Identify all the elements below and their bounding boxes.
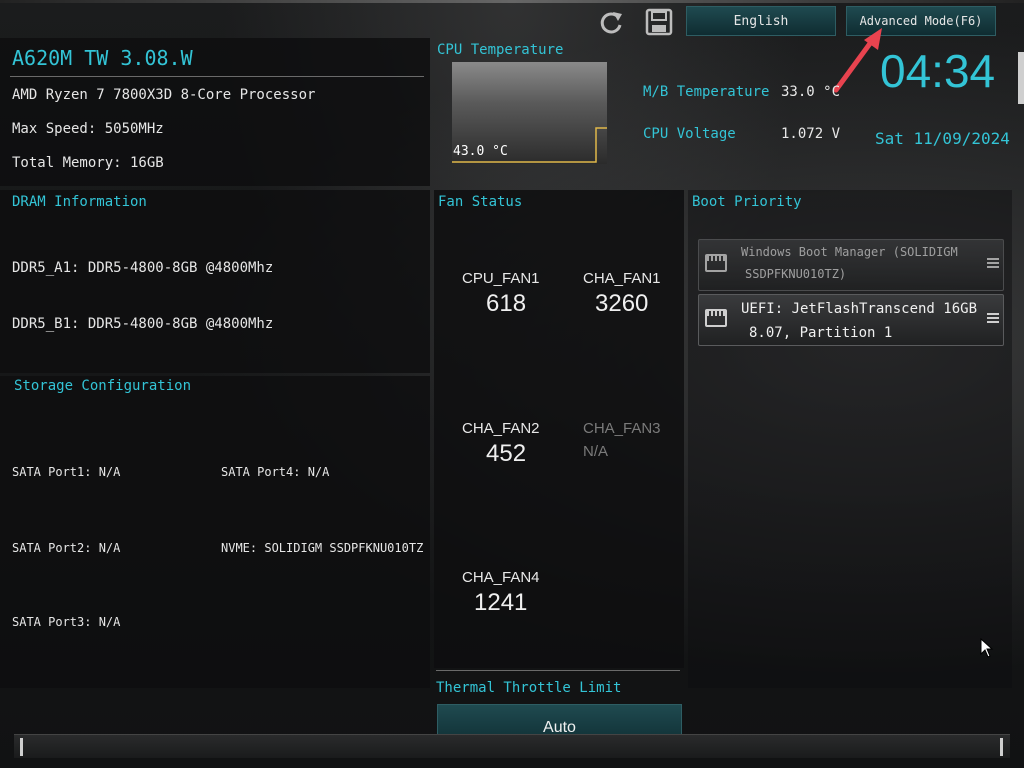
- cha-fan3-label: CHA_FAN3: [583, 420, 661, 437]
- language-button[interactable]: English: [686, 6, 836, 36]
- board-name-underline: [10, 76, 424, 77]
- cha-fan1-value: 3260: [595, 290, 649, 317]
- cha-fan1-label: CHA_FAN1: [583, 270, 661, 287]
- cpu-name: AMD Ryzen 7 7800X3D 8-Core Processor: [12, 87, 316, 103]
- clock-bar: [1018, 52, 1024, 104]
- storage-panel: [0, 376, 430, 688]
- boot-item-1-line2: SSDPFKNU010TZ): [745, 267, 847, 281]
- sata-port1: SATA Port1: N/A: [12, 465, 121, 479]
- drag-handle-icon[interactable]: [987, 258, 999, 268]
- drive-icon: [705, 309, 727, 327]
- cpu-fan1-value: 618: [486, 290, 527, 317]
- dram-panel: [0, 190, 430, 373]
- boot-item-2-line2: 8.07, Partition 1: [749, 325, 893, 341]
- clock: 04:34: [880, 45, 996, 97]
- cha-fan2-label: CHA_FAN2: [462, 420, 540, 437]
- nvme-port: NVME: SOLIDIGM SSDPFKNU010TZ: [221, 541, 424, 555]
- boot-item-2[interactable]: UEFI: JetFlashTranscend 16GB 8.07, Parti…: [698, 294, 1004, 346]
- dram-title: DRAM Information: [12, 194, 147, 210]
- dram-slot-a1: DDR5_A1: DDR5-4800-8GB @4800Mhz: [12, 260, 274, 276]
- drag-handle-icon[interactable]: [987, 313, 999, 323]
- drive-icon: [705, 254, 727, 272]
- cha-fan4-value: 1241: [474, 589, 528, 616]
- boot-item-2-line1: UEFI: JetFlashTranscend 16GB: [741, 301, 978, 317]
- sata-port3: SATA Port3: N/A: [12, 615, 121, 629]
- storage-title: Storage Configuration: [14, 378, 192, 394]
- sata-port2: SATA Port2: N/A: [12, 541, 121, 555]
- boot-item-1-line1: Windows Boot Manager (SOLIDIGM: [741, 245, 958, 259]
- fan-status-title: Fan Status: [438, 194, 523, 210]
- mouse-cursor-icon: [980, 638, 994, 658]
- refresh-icon[interactable]: [596, 8, 626, 38]
- cha-fan2-value: 452: [486, 440, 527, 467]
- cpu-voltage-value: 1.072 V: [781, 126, 841, 142]
- throttle-title: Thermal Throttle Limit: [436, 680, 622, 696]
- date: Sat 11/09/2024: [875, 129, 1010, 148]
- boot-item-1[interactable]: Windows Boot Manager (SOLIDIGM SSDPFKNU0…: [698, 239, 1004, 291]
- mb-temp-value: 33.0 °C: [781, 84, 841, 100]
- cha-fan4-label: CHA_FAN4: [462, 569, 540, 586]
- cpu-fan1-label: CPU_FAN1: [462, 270, 540, 287]
- bottom-right-handle: [1000, 738, 1003, 756]
- bottom-bar: [14, 734, 1010, 758]
- throttle-divider: [436, 670, 680, 671]
- total-memory: Total Memory: 16GB: [12, 155, 164, 171]
- mb-temp-label: M/B Temperature: [643, 84, 770, 100]
- cpu-temp-title: CPU Temperature: [437, 42, 564, 58]
- dram-slot-b1: DDR5_B1: DDR5-4800-8GB @4800Mhz: [12, 316, 274, 332]
- board-name: A620M TW 3.08.W: [12, 46, 193, 70]
- save-icon[interactable]: [645, 8, 673, 36]
- cha-fan3-value: N/A: [583, 443, 609, 460]
- cpu-voltage-label: CPU Voltage: [643, 126, 736, 142]
- max-speed: Max Speed: 5050MHz: [12, 121, 164, 137]
- sata-port4: SATA Port4: N/A: [221, 465, 330, 479]
- cpu-temp-value: 43.0 °C: [453, 144, 508, 159]
- top-divider: [0, 0, 1024, 3]
- bottom-left-handle: [20, 738, 23, 756]
- boot-title: Boot Priority: [692, 194, 802, 210]
